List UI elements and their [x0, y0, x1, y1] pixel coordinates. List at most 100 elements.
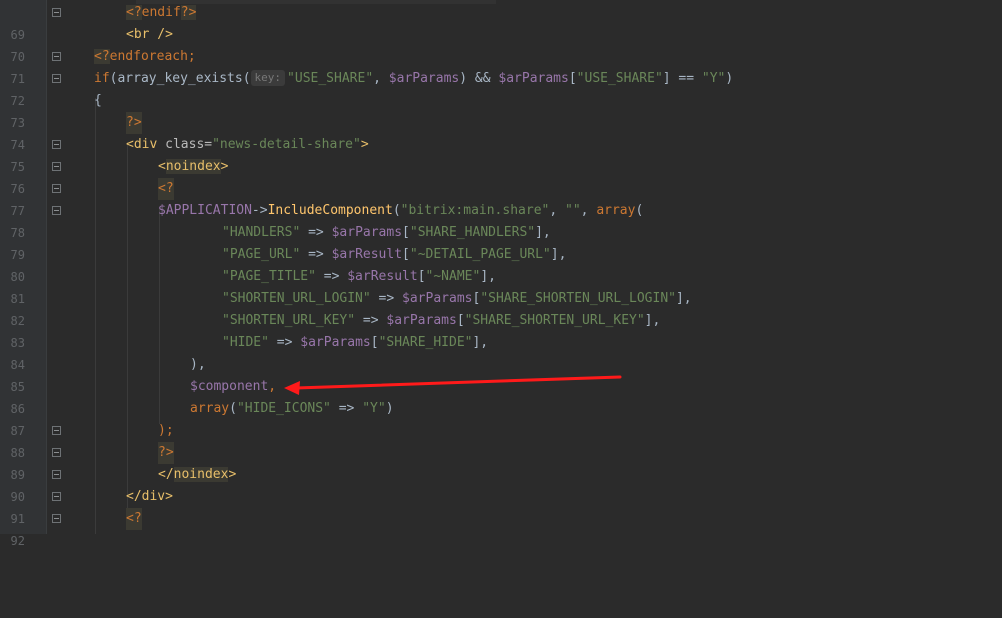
html-tag: < [158, 159, 166, 174]
line-number: 72 [10, 94, 25, 108]
line-number: 78 [10, 226, 25, 240]
fold-icon[interactable] [52, 52, 61, 61]
function-name: IncludeComponent [267, 203, 393, 218]
string-literal: "PAGE_URL" [222, 247, 301, 262]
code-token: (array_key_exists( [109, 71, 251, 86]
code-line: 92 <? [11, 508, 1002, 548]
line-number: 69 [10, 28, 25, 42]
string-literal: "SHARE_SHORTEN_URL_LOGIN" [480, 291, 676, 306]
fold-icon[interactable] [52, 184, 61, 193]
line-number: 86 [10, 402, 25, 416]
fold-icon[interactable] [52, 8, 61, 17]
html-tag: <div [126, 137, 166, 152]
string-literal: "SHORTEN_URL_LOGIN" [222, 291, 371, 306]
string-literal: "SHARE_HIDE" [378, 335, 473, 350]
string-literal: "news-detail-share" [212, 137, 361, 152]
variable: $arParams [331, 225, 403, 240]
fold-icon[interactable] [52, 206, 61, 215]
fold-icon[interactable] [52, 162, 61, 171]
code-token: [ [370, 335, 379, 350]
string-literal: "~NAME" [425, 269, 481, 284]
line-number: 76 [10, 182, 25, 196]
string-literal: "Y" [701, 71, 726, 86]
code-line: 72 if(array_key_exists(key: "USE_SHARE", … [11, 68, 1002, 108]
code-line: 75 <div class="news-detail-share"> [11, 134, 1002, 174]
html-tag: <br /> [126, 27, 173, 42]
code-token: ( [635, 203, 644, 218]
html-attribute: class= [165, 137, 213, 152]
code-line: 70 <br /> [11, 24, 1002, 64]
code-line: 73 { [11, 90, 1002, 130]
code-line: 76 <noindex> [11, 156, 1002, 196]
code-token: , [549, 203, 566, 218]
code-token: ); [158, 423, 174, 438]
code-line: 74 ?> [11, 112, 1002, 152]
fold-icon[interactable] [52, 514, 61, 523]
string-literal: "USE_SHARE" [287, 71, 374, 86]
fold-icon[interactable] [52, 470, 61, 479]
code-token: [ [417, 269, 426, 284]
string-literal: "HIDE" [222, 335, 269, 350]
code-token: ], [644, 313, 661, 328]
code-token: -> [251, 203, 268, 218]
string-literal: "HIDE_ICONS" [236, 401, 331, 416]
code-area[interactable]: 69 <?endif?> 70 <br /> 71 <?endforeach; … [11, 0, 1002, 548]
code-token: ], [550, 247, 567, 262]
code-line: 79 "HANDLERS" => $arParams["SHARE_HANDLE… [11, 222, 1002, 262]
code-token: [ [402, 225, 410, 240]
string-literal: "Y" [362, 401, 386, 416]
line-number: 89 [10, 468, 25, 482]
variable: $component [190, 379, 269, 394]
fold-icon[interactable] [52, 74, 61, 83]
html-tag-name: noindex [173, 467, 229, 482]
code-line: 89 ?> [11, 442, 1002, 482]
line-number: 81 [10, 292, 25, 306]
fold-icon[interactable] [52, 140, 61, 149]
fold-icon[interactable] [52, 492, 61, 501]
php-tag: ?> [180, 5, 197, 20]
html-tag: > [360, 137, 369, 152]
code-line: 86 $component, [11, 376, 1002, 416]
php-tag: <? [126, 5, 142, 20]
html-tag: > [228, 467, 237, 482]
line-number: 83 [10, 336, 25, 350]
code-editor[interactable]: 69 <?endif?> 70 <br /> 71 <?endforeach; … [0, 0, 1002, 548]
code-line: 71 <?endforeach; [11, 46, 1002, 86]
code-token: => [315, 269, 348, 284]
line-number: 84 [10, 358, 25, 372]
code-token: => [330, 401, 363, 416]
keyword: endif [141, 5, 181, 20]
code-token: ) [385, 401, 394, 416]
line-number: 88 [10, 446, 25, 460]
string-literal: "PAGE_TITLE" [222, 269, 316, 284]
code-line: 85 ), [11, 354, 1002, 394]
variable: $arParams [388, 71, 460, 86]
string-literal: "USE_SHARE" [576, 71, 663, 86]
fold-icon[interactable] [52, 426, 61, 435]
string-literal: "SHARE_HANDLERS" [409, 225, 536, 240]
line-number: 82 [10, 314, 25, 328]
code-token: ( [392, 203, 401, 218]
string-literal: "bitrix:main.share" [400, 203, 550, 218]
variable: $arParams [300, 335, 371, 350]
html-tag: </div> [126, 489, 173, 504]
keyword: if [94, 71, 110, 86]
string-literal: "SHORTEN_URL_KEY" [222, 313, 356, 328]
code-line: 77 <? [11, 178, 1002, 218]
html-tag-name: noindex [165, 159, 221, 174]
code-token: ] == [662, 71, 702, 86]
line-number: 92 [10, 534, 25, 548]
php-tag: <? [94, 49, 110, 64]
line-number: 87 [10, 424, 25, 438]
variable: $APPLICATION [158, 203, 252, 218]
html-tag: </ [158, 467, 174, 482]
code-token: => [355, 313, 387, 328]
string-literal: "SHARE_SHORTEN_URL_KEY" [464, 313, 645, 328]
code-token: => [300, 247, 332, 262]
code-token: => [268, 335, 301, 350]
code-token: ], [472, 335, 489, 350]
code-line: 80 "PAGE_URL" => $arResult["~DETAIL_PAGE… [11, 244, 1002, 284]
string-literal: "HANDLERS" [222, 225, 301, 240]
fold-icon[interactable] [52, 448, 61, 457]
code-line: 91 </div> [11, 486, 1002, 526]
